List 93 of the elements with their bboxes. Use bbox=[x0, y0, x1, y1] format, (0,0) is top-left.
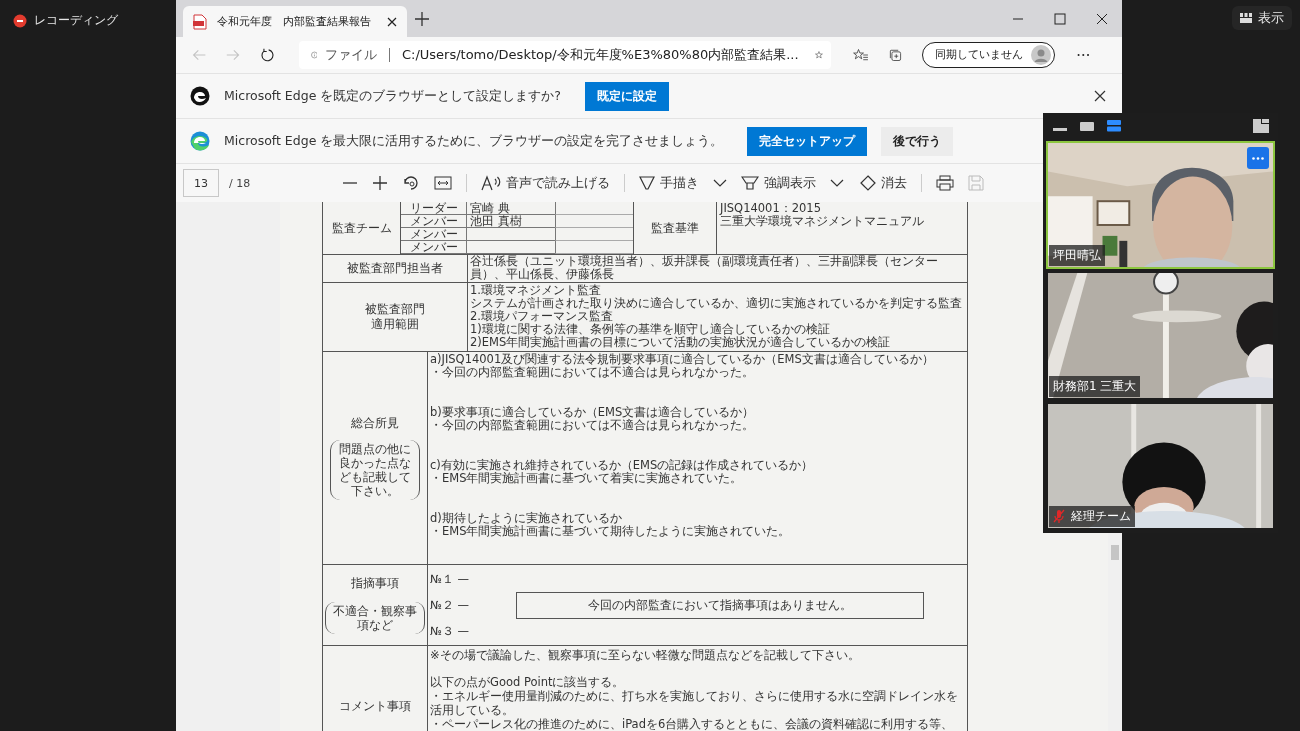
row-label: 監査基準 bbox=[634, 202, 717, 254]
comment-line: ※その場で議論した、観察事項に至らない軽微な問題点などを記載して下さい。 bbox=[430, 648, 861, 662]
scope-line: 1.環境マネジメント監査 bbox=[470, 284, 602, 297]
fit-width-icon[interactable] bbox=[434, 176, 453, 190]
zoom-in-icon[interactable] bbox=[372, 175, 389, 191]
issue-number: №２ — bbox=[430, 598, 471, 612]
finding-heading: a)JISQ14001及び関連する法令規制要求事項に適合しているか（EMS文書は適合しているか） bbox=[430, 353, 935, 366]
row-label: 指摘事項 bbox=[351, 576, 399, 590]
single-view-icon[interactable] bbox=[1080, 120, 1094, 132]
comment-line: 以下の点がGood Pointに該当する。 bbox=[430, 675, 626, 689]
scope-line: 2)EMS年間実施計画書の目標について活動の実施状況が適合しているかの検証 bbox=[470, 336, 892, 349]
edge-logo-icon bbox=[190, 86, 210, 106]
scope-line: システムが計画された取り決めに適合しているか、適切に実施されているかを判定する監査 bbox=[470, 297, 963, 310]
grid-icon bbox=[1240, 13, 1252, 23]
primary-button[interactable]: 既定に設定 bbox=[584, 81, 669, 111]
row-label: 被監査部門 bbox=[365, 303, 425, 316]
highlight-button[interactable]: 強調表示 bbox=[741, 174, 817, 192]
page-number-field[interactable]: 13 bbox=[183, 169, 219, 197]
secondary-button[interactable]: 後で行う bbox=[881, 126, 954, 156]
profile-button[interactable]: 同期していません bbox=[922, 42, 1056, 68]
scheme-label: ファイル bbox=[325, 46, 378, 64]
primary-button[interactable]: 完全セットアップ bbox=[747, 126, 868, 156]
bracket-note: 不適合・観察事項など bbox=[325, 601, 425, 634]
pdf-icon bbox=[193, 13, 207, 30]
finding-result: ・EMS年間実施計画書に基づいて期待したように実施されていた。 bbox=[430, 525, 792, 538]
exit-panel-icon[interactable] bbox=[1253, 119, 1269, 133]
recording-icon bbox=[13, 13, 27, 28]
member-role: メンバー bbox=[401, 241, 466, 254]
table-cell: 宮崎 典 bbox=[466, 202, 555, 215]
row-label: 適用範囲 bbox=[371, 318, 419, 331]
more-icon[interactable] bbox=[1077, 53, 1090, 57]
read-aloud-button[interactable]: 音声で読み上げる bbox=[481, 174, 611, 192]
video-tile[interactable]: 財務部1 三重大 bbox=[1046, 271, 1275, 400]
row-label: 被監査部門担当者 bbox=[323, 255, 468, 282]
avatar-icon bbox=[1031, 45, 1052, 65]
url-text: C:/Users/tomo/Desktop/令和元年度%E3%80%80内部監査結果... bbox=[401, 46, 799, 64]
info-icon bbox=[310, 48, 318, 62]
bracket-note: 問題点の他に良かった点なども記載して下さい。 bbox=[330, 439, 420, 500]
highlighter-icon bbox=[741, 175, 760, 191]
new-tab-icon[interactable] bbox=[415, 11, 429, 26]
rotate-icon[interactable] bbox=[402, 174, 421, 192]
finding-heading: d)期待したように実施されているか bbox=[430, 512, 622, 525]
more-icon bbox=[1252, 156, 1264, 160]
infobar-message: Microsoft Edge を既定のブラウザーとして設定しますか? bbox=[224, 87, 561, 105]
participant-name: 財務部1 三重大 bbox=[1053, 377, 1137, 395]
comment-line: ・ペーパーレス化の推進のために、iPadを6台購入するとともに、会議の資料確認に利用する等、 bbox=[430, 717, 955, 731]
print-icon[interactable] bbox=[936, 175, 955, 191]
member-role: リーダー bbox=[401, 202, 466, 215]
maximize-icon[interactable] bbox=[1054, 12, 1066, 25]
edge-logo-icon bbox=[190, 131, 210, 151]
table-cell: 池田 真樹 bbox=[466, 215, 555, 228]
finding-result: ・今回の内部監査範囲においては不適合は見られなかった。 bbox=[430, 419, 755, 432]
statement-box: 今回の内部監査において指摘事項はありません。 bbox=[516, 591, 924, 619]
draw-button[interactable]: 手描き bbox=[639, 174, 700, 192]
scope-line: 1)環境に関する法律、条例等の基準を順守し適合しているかの検証 bbox=[470, 323, 831, 336]
video-tile[interactable]: 坪田晴弘 bbox=[1046, 141, 1275, 270]
member-role: メンバー bbox=[401, 228, 466, 241]
close-icon[interactable] bbox=[387, 16, 397, 27]
criteria-text: JISQ14001：2015 bbox=[720, 202, 822, 215]
stacked-view-icon[interactable] bbox=[1107, 120, 1121, 132]
row-label: 監査チーム bbox=[323, 202, 401, 254]
chevron-down-icon[interactable] bbox=[713, 179, 728, 187]
row-label: 総合所見 bbox=[351, 416, 399, 430]
participant-name: 経理チーム bbox=[1071, 508, 1131, 525]
address-field[interactable]: ファイル C:/Users/tomo/Desktop/令和元年度%E3%80%80内部監査結果... bbox=[298, 41, 831, 69]
recording-label: レコーディング bbox=[34, 12, 118, 29]
comment-line: ・エネルギー使用量削減のために、打ち水を実施しており、さらに使用する水に空調ドレイン水を活用している。 bbox=[430, 689, 959, 717]
read-aloud-icon bbox=[481, 175, 502, 191]
issue-number: №１ — bbox=[430, 572, 471, 586]
row-label: コメント事項 bbox=[323, 646, 428, 731]
close-icon[interactable] bbox=[1096, 12, 1108, 25]
erase-button[interactable]: 消去 bbox=[858, 174, 908, 192]
more-button[interactable] bbox=[1247, 147, 1269, 169]
finding-result: ・今回の内部監査範囲においては不適合は見られなかった。 bbox=[430, 366, 755, 379]
video-tile[interactable]: 経理チーム bbox=[1046, 401, 1275, 530]
browser-tab[interactable]: 令和元年度 内部監査結果報告 bbox=[183, 6, 407, 37]
issue-number: №３ — bbox=[430, 624, 471, 638]
criteria-text: 三重大学環境マネジメントマニュアル bbox=[720, 215, 924, 228]
member-role: メンバー bbox=[401, 215, 466, 228]
scrollbar-thumb[interactable] bbox=[1111, 545, 1119, 560]
finding-heading: b)要求事項に適合しているか（EMS文書は適合しているか） bbox=[430, 406, 756, 419]
contacts-text: 谷辻係長（ユニット環境担当者）、坂井課長（副環境責任者）、三井副課長（センター員）、平山係長、伊藤係長 bbox=[469, 255, 939, 282]
finding-result: ・EMS年間実施計画書に基づいて着実に実施されていた。 bbox=[430, 472, 744, 485]
finding-heading: c)有効に実施され維持されているか（EMSの記録は作成されているか） bbox=[430, 459, 815, 472]
chevron-down-icon[interactable] bbox=[830, 179, 845, 187]
infobar-message: Microsoft Edge を最大限に活用するために、ブラウザーの設定を完了させましょう。 bbox=[224, 132, 724, 150]
page-total: / 18 bbox=[229, 176, 251, 190]
refresh-icon[interactable] bbox=[260, 46, 275, 64]
scope-line: 2.環境パフォーマンス監査 bbox=[470, 310, 614, 323]
participant-name: 坪田晴弘 bbox=[1053, 247, 1101, 265]
view-button[interactable]: 表示 bbox=[1232, 6, 1292, 30]
close-icon[interactable] bbox=[1094, 90, 1106, 102]
favorites-icon[interactable] bbox=[852, 47, 869, 63]
